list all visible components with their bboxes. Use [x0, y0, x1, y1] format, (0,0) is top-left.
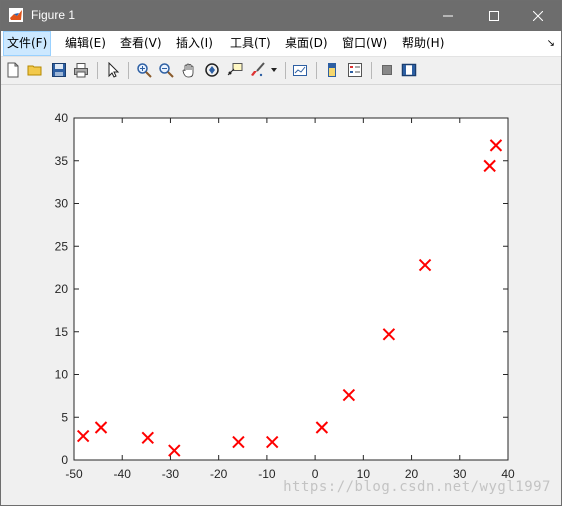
brush-dropdown-icon[interactable]: [269, 61, 279, 79]
x-tick-label: -10: [258, 467, 276, 481]
matlab-logo-icon: [9, 8, 23, 22]
insert-colorbar-icon[interactable]: [323, 61, 341, 79]
close-button[interactable]: [515, 1, 561, 31]
toolbar-separator: [97, 62, 98, 79]
axes-box: [73, 117, 509, 461]
scatter-plot[interactable]: -50 -40 -30 -20 -10 0 10 20 30 400510152025303540: [1, 85, 561, 505]
x-tick-label: -20: [210, 467, 228, 481]
print-icon[interactable]: [72, 61, 90, 79]
x-tick-label: -50: [65, 467, 83, 481]
window-title: Figure 1: [31, 8, 76, 22]
toolbar-separator: [285, 62, 286, 79]
y-tick-label: 30: [55, 197, 69, 211]
new-figure-icon[interactable]: [4, 61, 22, 79]
rotate-3d-icon[interactable]: [203, 61, 221, 79]
zoom-in-icon[interactable]: [135, 61, 153, 79]
menu-window[interactable]: 窗口(W): [339, 31, 390, 56]
toolbar-separator: [128, 62, 129, 79]
menu-bar: 文件(F) 编辑(E) 查看(V) 插入(I) 工具(T) 桌面(D) 窗口(W…: [1, 31, 561, 57]
menu-edit[interactable]: 编辑(E): [62, 31, 109, 56]
brush-icon[interactable]: [249, 61, 267, 79]
y-tick-label: 25: [55, 239, 69, 253]
show-plot-tools-icon[interactable]: [400, 61, 418, 79]
menu-file[interactable]: 文件(F): [3, 31, 52, 56]
figure-canvas[interactable]: -50 -40 -30 -20 -10 0 10 20 30 40 0 5 10 15 20 25 30 35 40…: [1, 85, 561, 505]
y-tick-label: 5: [61, 410, 68, 424]
close-icon: [533, 11, 543, 21]
toolbar-separator: [371, 62, 372, 79]
data-cursor-icon[interactable]: [226, 61, 244, 79]
hide-plot-tools-icon[interactable]: [378, 61, 396, 79]
open-file-icon[interactable]: [26, 61, 44, 79]
y-tick-label: 10: [55, 368, 69, 382]
y-tick-label: 15: [55, 325, 69, 339]
save-icon[interactable]: [50, 61, 68, 79]
link-plot-icon[interactable]: [291, 61, 309, 79]
y-tick-label: 20: [55, 282, 69, 296]
edit-plot-pointer-icon[interactable]: [104, 61, 122, 79]
menu-help[interactable]: 帮助(H): [399, 31, 447, 56]
toolbar-separator: [316, 62, 317, 79]
menu-view[interactable]: 查看(V): [117, 31, 165, 56]
figure-window: Figure 1 文件(F) 编辑(E) 查看(V) 插入(I) 工具(T) 桌…: [0, 0, 562, 506]
menu-tools[interactable]: 工具(T): [227, 31, 274, 56]
menu-desktop[interactable]: 桌面(D): [282, 31, 331, 56]
menu-insert[interactable]: 插入(I): [173, 31, 216, 56]
x-tick-label: -30: [162, 467, 180, 481]
insert-legend-icon[interactable]: [346, 61, 364, 79]
figure-toolbar: [1, 57, 561, 85]
y-tick-label: 40: [55, 111, 69, 125]
y-tick-label: 35: [55, 154, 69, 168]
y-tick-label: 0: [61, 453, 68, 467]
minimize-icon: [443, 15, 453, 17]
pan-hand-icon[interactable]: [180, 61, 198, 79]
zoom-out-icon[interactable]: [157, 61, 175, 79]
x-tick-label: -40: [114, 467, 132, 481]
menu-overflow-icon[interactable]: ↘: [547, 38, 555, 49]
maximize-icon: [489, 11, 499, 21]
watermark-text: https://blog.csdn.net/wygl1997: [283, 479, 551, 495]
minimize-button[interactable]: [425, 1, 471, 31]
title-bar[interactable]: Figure 1: [1, 1, 561, 31]
maximize-button[interactable]: [471, 1, 517, 31]
